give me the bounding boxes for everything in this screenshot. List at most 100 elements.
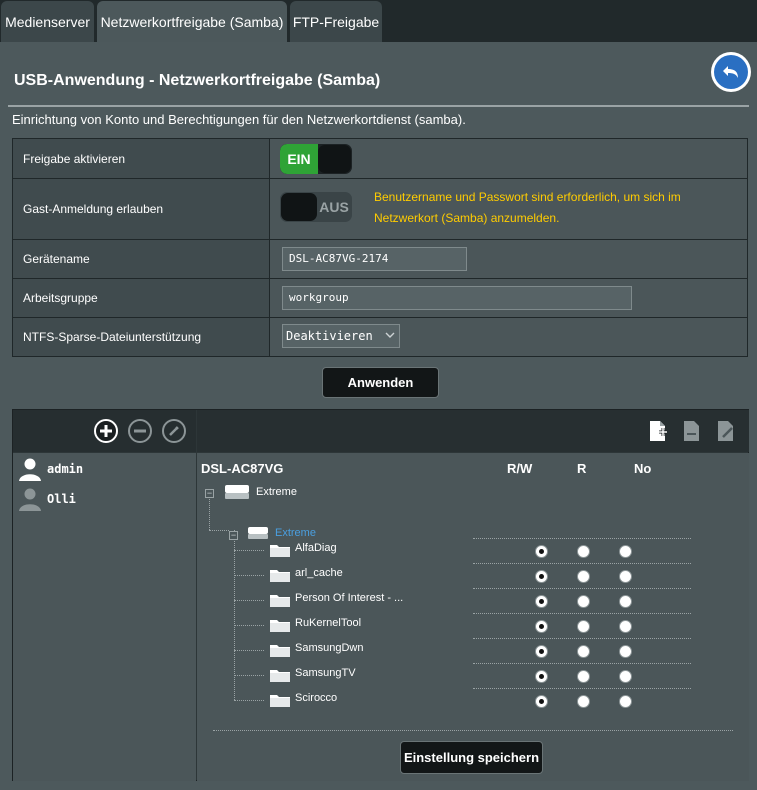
folder-name: RuKernelTool <box>295 617 362 629</box>
row-separator <box>473 588 691 589</box>
permission-tree: DSL-AC87VG R/W R No − Extreme − Extreme … <box>197 453 749 781</box>
folder-toolbar <box>197 410 749 452</box>
tab-samba[interactable]: Netzwerkortfreigabe (Samba) <box>97 1 287 42</box>
permission-radio-rw[interactable] <box>535 595 548 608</box>
back-arrow-icon <box>714 55 748 89</box>
guest-login-note: Benutzername und Passwort sind erforderl… <box>374 190 681 225</box>
permission-radio-r[interactable] <box>577 595 590 608</box>
title-divider <box>8 105 749 107</box>
device-name-field[interactable]: DSL-AC87VG-2174 <box>282 247 467 271</box>
folder-row: SamsungDwn <box>197 638 749 663</box>
permission-radio-rw[interactable] <box>535 695 548 708</box>
add-folder-icon[interactable] <box>645 418 671 444</box>
edit-folder-icon[interactable] <box>713 418 739 444</box>
toggle-knob <box>318 145 351 173</box>
permission-radio-rw[interactable] <box>535 545 548 558</box>
ntfs-sparse-label: NTFS-Sparse-Dateiunterstützung <box>12 317 270 357</box>
tab-ftp[interactable]: FTP-Freigabe <box>290 1 382 42</box>
tree-connector <box>234 600 264 601</box>
folder-row: RuKernelTool <box>197 613 749 638</box>
tab-bar: Medienserver Netzwerkortfreigabe (Samba)… <box>0 0 757 42</box>
remove-user-icon[interactable] <box>127 418 153 444</box>
folder-icon <box>270 595 290 607</box>
permission-radio-r[interactable] <box>577 545 590 558</box>
folder-name: SamsungTV <box>295 667 356 679</box>
permission-radio-rw[interactable] <box>535 670 548 683</box>
folder-name: SamsungDwn <box>295 642 364 654</box>
folder-row: SamsungTV <box>197 663 749 688</box>
folder-row: arl_cache <box>197 563 749 588</box>
disk-node[interactable]: Extreme <box>224 483 297 501</box>
folder-name: Scirocco <box>295 692 338 704</box>
permission-radio-r[interactable] <box>577 670 590 683</box>
add-user-icon[interactable] <box>93 418 119 444</box>
device-name: DSL-AC87VG <box>201 461 284 476</box>
page-description: Einrichtung von Konto und Berechtigungen… <box>12 112 466 127</box>
save-settings-button[interactable]: Einstellung speichern <box>400 741 543 774</box>
permission-radio-rw[interactable] <box>535 620 548 633</box>
permission-radio-rw[interactable] <box>535 570 548 583</box>
tree-connector <box>234 625 264 626</box>
user-olli[interactable]: Olli <box>17 485 76 513</box>
permission-radio-no[interactable] <box>619 545 632 558</box>
folder-icon <box>270 570 290 582</box>
column-no: No <box>634 461 652 476</box>
permission-radio-no[interactable] <box>619 570 632 583</box>
list-divider <box>213 730 733 731</box>
enable-share-toggle[interactable]: EIN <box>280 144 352 174</box>
folder-icon <box>270 620 290 632</box>
folder-icon <box>270 695 290 707</box>
row-separator <box>473 688 691 689</box>
tree-connector <box>209 530 229 531</box>
tree-connector <box>234 675 264 676</box>
permission-radio-no[interactable] <box>619 670 632 683</box>
permission-radio-no[interactable] <box>619 695 632 708</box>
settings-table: Freigabe aktivieren EIN Gast-Anmeldung e… <box>12 138 748 357</box>
edit-user-icon[interactable] <box>161 418 187 444</box>
folder-name: arl_cache <box>295 567 343 579</box>
column-r: R <box>577 461 587 476</box>
permission-radio-r[interactable] <box>577 620 590 633</box>
folder-icon <box>270 645 290 657</box>
permission-radio-r[interactable] <box>577 695 590 708</box>
delete-folder-icon[interactable] <box>679 418 705 444</box>
tree-connector <box>234 650 264 651</box>
workgroup-label: Arbeitsgruppe <box>12 278 270 318</box>
guest-login-label: Gast-Anmeldung erlauben <box>12 178 270 240</box>
row-separator <box>473 538 691 539</box>
permission-radio-r[interactable] <box>577 570 590 583</box>
folder-row: AlfaDiag <box>197 538 749 563</box>
chevron-down-icon <box>385 332 395 338</box>
user-list: admin Olli <box>13 453 196 781</box>
tree-connector <box>234 550 264 551</box>
tree-connector <box>234 700 264 701</box>
user-icon <box>19 458 41 481</box>
folder-name: Person Of Interest - ... <box>295 592 404 604</box>
permission-radio-no[interactable] <box>619 620 632 633</box>
user-admin[interactable]: admin <box>17 455 83 483</box>
workgroup-field[interactable]: workgroup <box>282 286 632 310</box>
back-button[interactable] <box>711 52 751 92</box>
user-icon <box>19 488 41 511</box>
permission-radio-r[interactable] <box>577 645 590 658</box>
permission-radio-no[interactable] <box>619 645 632 658</box>
apply-button[interactable]: Anwenden <box>322 367 439 398</box>
ntfs-sparse-select[interactable]: Deaktivieren <box>282 324 400 348</box>
share-permissions-area: admin Olli DSL-AC87VG R/W R No − Extreme… <box>12 409 749 781</box>
guest-login-toggle[interactable]: AUS <box>280 192 352 222</box>
permission-radio-rw[interactable] <box>535 645 548 658</box>
tab-medienserver[interactable]: Medienserver <box>1 1 94 42</box>
ntfs-sparse-value: Deaktivieren <box>286 329 373 343</box>
permission-radio-no[interactable] <box>619 595 632 608</box>
toggle-on-label: EIN <box>280 144 318 174</box>
main-panel: USB-Anwendung - Netzwerkortfreigabe (Sam… <box>0 42 757 790</box>
disk-label: Extreme <box>256 486 297 498</box>
hard-drive-icon <box>225 485 249 499</box>
enable-share-label: Freigabe aktivieren <box>12 138 270 179</box>
folder-row: Person Of Interest - ... <box>197 588 749 613</box>
collapse-icon[interactable]: − <box>205 489 214 498</box>
row-separator <box>473 613 691 614</box>
row-separator <box>473 663 691 664</box>
toggle-knob <box>281 193 317 221</box>
user-name: Olli <box>47 492 76 506</box>
